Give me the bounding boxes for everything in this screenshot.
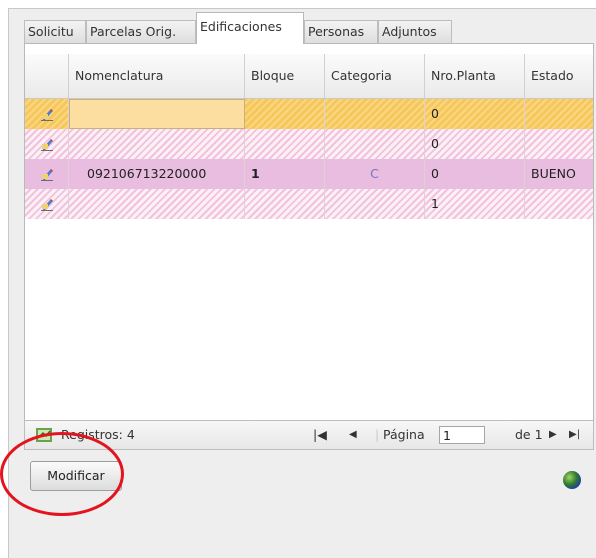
estado-cell[interactable]: BUENO: [525, 159, 593, 189]
globe-icon[interactable]: [563, 471, 581, 489]
table-row[interactable]: 0: [25, 99, 593, 129]
header-icon-column: [25, 54, 69, 98]
page-input[interactable]: 1: [439, 426, 485, 444]
bloque-cell[interactable]: [245, 129, 325, 159]
bloque-cell[interactable]: [245, 189, 325, 219]
grid-pager: Registros: 4 |◀ ◀ | Página 1 de 1 ▶ ▶|: [24, 420, 594, 450]
estado-cell[interactable]: [525, 129, 593, 159]
nomenclatura-cell[interactable]: 092106713220000: [69, 159, 245, 189]
tab-solicitud[interactable]: Solicitu: [24, 20, 86, 43]
grid-header: Nomenclatura Bloque Categoria Nro.Planta…: [25, 54, 593, 99]
bloque-cell[interactable]: [245, 99, 325, 129]
edit-row-icon[interactable]: [25, 129, 69, 159]
table-row[interactable]: 1: [25, 189, 593, 219]
nomenclatura-cell[interactable]: [69, 189, 245, 219]
edificaciones-grid: Nomenclatura Bloque Categoria Nro.Planta…: [24, 43, 594, 450]
tab-personas[interactable]: Personas: [304, 20, 378, 43]
categoria-cell[interactable]: [325, 129, 425, 159]
tab-edificaciones[interactable]: Edificaciones: [196, 12, 304, 44]
spreadsheet-icon[interactable]: [35, 427, 53, 443]
nomenclatura-cell[interactable]: [69, 129, 245, 159]
bloque-cell[interactable]: 1: [245, 159, 325, 189]
last-page-icon[interactable]: ▶|: [569, 429, 580, 440]
first-page-icon[interactable]: |◀: [313, 427, 327, 442]
nro-planta-cell[interactable]: 0: [425, 129, 525, 159]
table-row[interactable]: 092106713220000 1 C 0 BUENO: [25, 159, 593, 189]
header-estado[interactable]: Estado: [525, 54, 593, 98]
page-label: Página: [383, 427, 425, 442]
modify-button[interactable]: Modificar: [30, 461, 122, 491]
categoria-cell[interactable]: C: [325, 159, 425, 189]
table-row[interactable]: 0: [25, 129, 593, 159]
prev-page-icon[interactable]: ◀: [349, 429, 357, 440]
header-nomenclatura[interactable]: Nomenclatura: [69, 54, 245, 98]
tab-parcelas-orig[interactable]: Parcelas Orig.: [86, 20, 196, 43]
header-categoria[interactable]: Categoria: [325, 54, 425, 98]
categoria-cell[interactable]: [325, 189, 425, 219]
header-nro-planta[interactable]: Nro.Planta: [425, 54, 525, 98]
categoria-cell[interactable]: [325, 99, 425, 129]
next-page-icon[interactable]: ▶: [549, 429, 557, 440]
edit-row-icon[interactable]: [25, 99, 69, 129]
estado-cell[interactable]: [525, 99, 593, 129]
records-count: Registros: 4: [61, 427, 135, 442]
page-total: de 1: [515, 427, 543, 442]
pager-divider: |: [375, 427, 380, 442]
tab-adjuntos[interactable]: Adjuntos: [378, 20, 452, 43]
nro-planta-cell[interactable]: 1: [425, 189, 525, 219]
nomenclatura-cell[interactable]: [69, 99, 245, 129]
edit-row-icon[interactable]: [25, 189, 69, 219]
edit-row-icon[interactable]: [25, 159, 69, 189]
nro-planta-cell[interactable]: 0: [425, 99, 525, 129]
nro-planta-cell[interactable]: 0: [425, 159, 525, 189]
header-bloque[interactable]: Bloque: [245, 54, 325, 98]
estado-cell[interactable]: [525, 189, 593, 219]
